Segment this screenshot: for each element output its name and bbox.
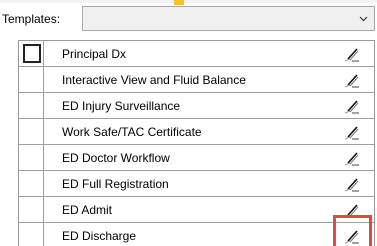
edit-pencil-icon[interactable] [343,97,361,115]
checkbox-cell [19,67,44,92]
checkbox-cell [19,197,44,222]
checkbox-cell [19,93,44,118]
templates-label: Templates: [2,12,61,26]
templates-dropdown[interactable] [82,6,375,31]
list-row-ed-discharge[interactable]: ED Discharge [19,223,374,246]
checkbox-cell [19,119,44,144]
row-label: ED Doctor Workflow [62,151,170,165]
row-label: Work Safe/TAC Certificate [62,125,202,139]
edit-pencil-icon[interactable] [343,123,361,141]
row-label: Interactive View and Fluid Balance [62,73,246,87]
list-row-ed-doctor-workflow[interactable]: ED Doctor Workflow [19,145,374,171]
edit-pencil-icon[interactable] [343,175,361,193]
checkbox-cell [19,171,44,196]
row-label: ED Admit [62,203,113,217]
list-row-ed-admit[interactable]: ED Admit [19,197,374,223]
template-list: Principal Dx Interactive View and Fluid … [18,40,375,246]
highlight-box [333,215,372,246]
row-label: ED Full Registration [62,177,169,191]
row-label: Principal Dx [62,47,127,61]
list-row-principal-dx[interactable]: Principal Dx [19,41,374,67]
checkbox-cell [19,223,44,246]
list-row-ed-injury-surveillance[interactable]: ED Injury Surveillance [19,93,374,119]
edit-pencil-icon[interactable] [343,45,361,63]
top-strip [0,0,377,3]
list-row-work-safe-tac[interactable]: Work Safe/TAC Certificate [19,119,374,145]
top-marker [174,0,184,5]
list-row-interactive-view[interactable]: Interactive View and Fluid Balance [19,67,374,93]
checkbox-cell [19,41,44,66]
row-checkbox[interactable] [23,44,41,63]
row-label: ED Injury Surveillance [62,99,181,113]
checkbox-cell [19,145,44,170]
list-row-ed-full-registration[interactable]: ED Full Registration [19,171,374,197]
chevron-down-icon [359,16,368,22]
row-label: ED Discharge [62,229,137,243]
edit-pencil-icon[interactable] [343,71,361,89]
edit-pencil-icon[interactable] [343,149,361,167]
